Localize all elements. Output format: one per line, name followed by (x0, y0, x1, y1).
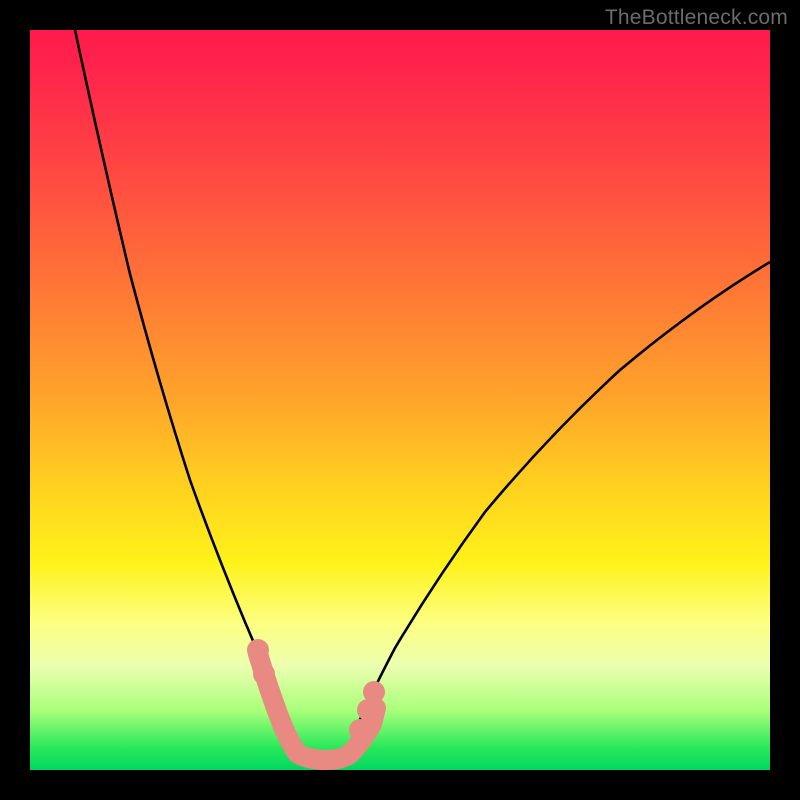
curve-layer (30, 30, 770, 770)
right-curve (350, 262, 770, 744)
chart-frame: TheBottleneck.com (0, 0, 800, 800)
plot-area (30, 30, 770, 770)
branding-watermark: TheBottleneck.com (605, 6, 788, 30)
left-curve (75, 30, 290, 744)
